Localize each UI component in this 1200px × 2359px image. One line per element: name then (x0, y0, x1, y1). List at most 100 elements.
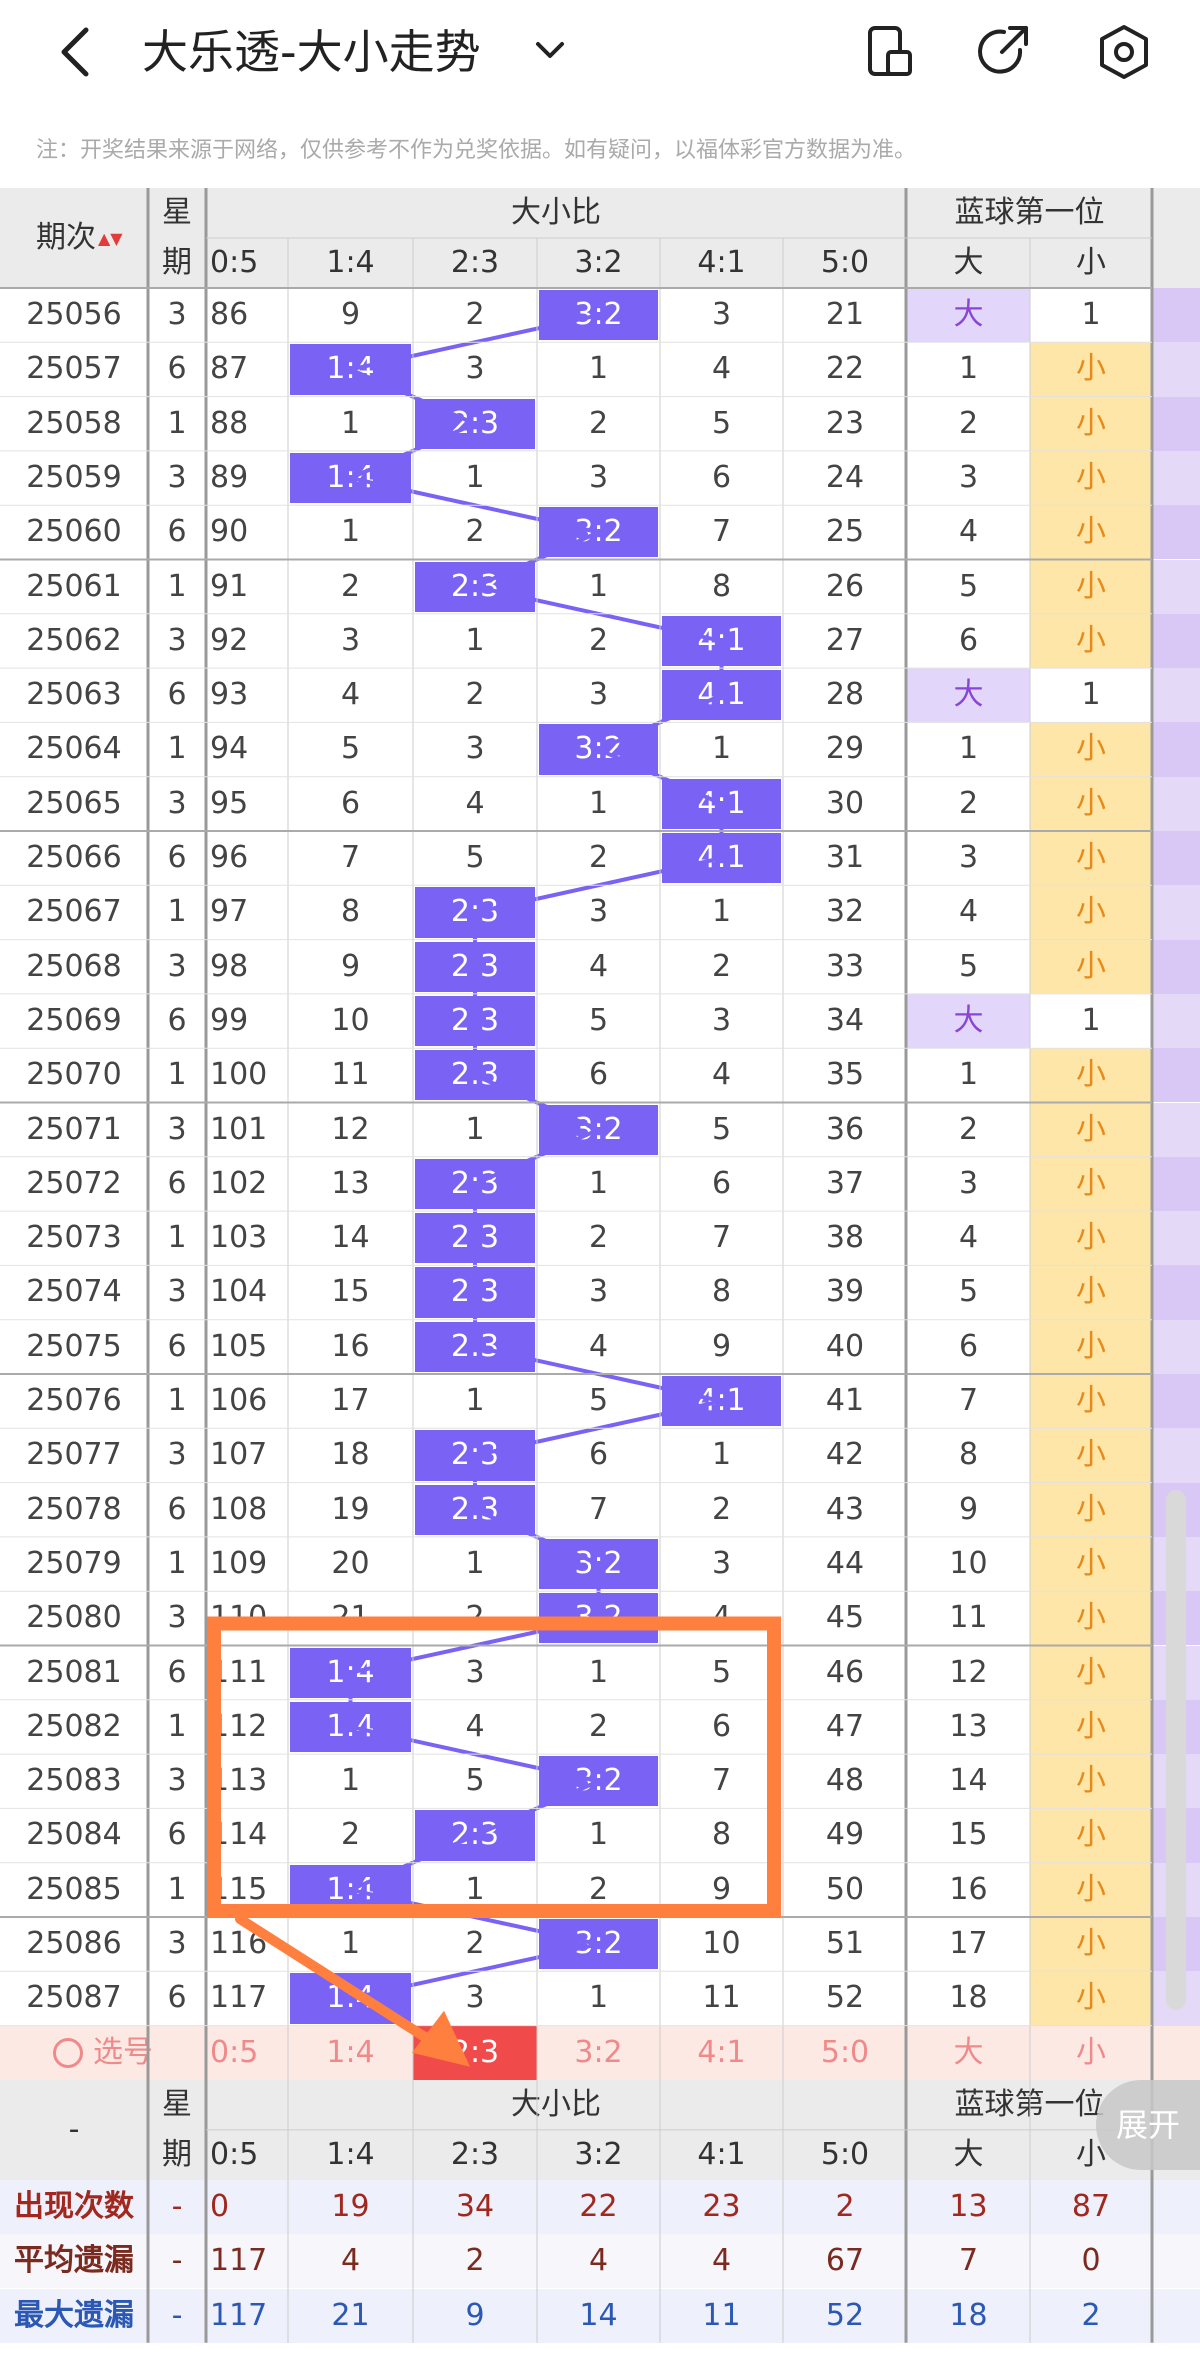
scrollbar[interactable] (1166, 1490, 1186, 2010)
stats-label: 最大遗漏 (14, 2297, 134, 2333)
ratio-miss-cell: 11 (702, 1980, 741, 2016)
week-day: 6 (167, 1491, 187, 1527)
blue-small-cell: 小 (1030, 1917, 1152, 1972)
expand-button[interactable]: 展开 (1096, 2080, 1200, 2170)
ratio-miss-cell: 32 (825, 894, 865, 930)
blue-big-cell: 5 (958, 568, 979, 604)
blue-small-cell: 小 (1030, 1482, 1152, 1537)
issue-number: 25083 (26, 1763, 122, 1799)
ratio-miss-cell: 108 (210, 1491, 268, 1527)
chevron-down-icon[interactable] (530, 30, 570, 70)
week-day: 3 (167, 1111, 187, 1147)
side-strip (1152, 1211, 1200, 1266)
issue-number: 25068 (26, 948, 122, 984)
blue-big-cell: 9 (958, 1491, 979, 1527)
stats-value: 7 (958, 2243, 979, 2279)
ratio-miss-cell: 4 (465, 785, 485, 821)
stats-value: 34 (455, 2188, 495, 2224)
blue-small-cell: 小 (1030, 1102, 1152, 1157)
select-ratio-3:2[interactable]: 3:2 (537, 2026, 660, 2080)
select-blue-大[interactable]: 大 (907, 2026, 1030, 2080)
ratio-miss-cell: 3 (465, 351, 485, 387)
select-ratio-1:4[interactable]: 1:4 (288, 2026, 413, 2080)
ratio-miss-cell: 2 (588, 1708, 609, 1744)
ratio-miss-cell: 18 (331, 1437, 370, 1473)
issue-number: 25080 (26, 1600, 122, 1636)
side-strip (1152, 776, 1200, 831)
side-strip (1152, 1048, 1200, 1103)
phone-icon[interactable] (860, 22, 920, 82)
ratio-hit-cell: 2:3 (415, 1213, 535, 1264)
footer-ratio-col-0:5: 0:5 (206, 2129, 288, 2180)
ratio-miss-cell: 1 (588, 785, 609, 821)
stats-value: 22 (579, 2188, 618, 2224)
ratio-miss-cell: 3 (711, 1545, 732, 1581)
sort-icon[interactable]: ▲▼ (98, 230, 123, 246)
ratio-miss-cell: 35 (825, 1057, 865, 1093)
ratio-hit-cell: 4:1 (662, 1376, 781, 1427)
stats-value: 11 (702, 2297, 741, 2333)
ratio-miss-cell: 87 (210, 351, 249, 387)
ratio-miss-cell: 44 (825, 1545, 865, 1581)
ratio-miss-cell: 1 (465, 622, 485, 658)
stats-label: 出现次数 (14, 2188, 134, 2224)
select-number-button[interactable]: 选号 (0, 2026, 206, 2080)
ratio-col-header-3:2: 3:2 (537, 238, 660, 288)
ratio-hit-cell: 3:2 (539, 507, 658, 558)
issue-header-label[interactable]: 期次 ▲▼ (0, 188, 148, 288)
select-ratio-0:5[interactable]: 0:5 (206, 2026, 288, 2080)
stats-value: 19 (331, 2188, 370, 2224)
ratio-miss-cell: 4 (588, 948, 609, 984)
blue-big-cell: 5 (958, 1274, 979, 1310)
week-day: 6 (167, 840, 187, 875)
footer-ratio-col-2:3: 2:3 (413, 2129, 537, 2180)
ratio-miss-cell: 2 (340, 1817, 361, 1853)
blue-big-cell: 2 (958, 785, 979, 821)
issue-number: 25065 (26, 785, 122, 821)
ratio-miss-cell: 93 (210, 677, 249, 713)
issue-number: 25064 (26, 731, 122, 767)
ratio-miss-cell: 107 (210, 1437, 268, 1473)
settings-icon[interactable] (1094, 22, 1154, 82)
ratio-miss-cell: 102 (210, 1165, 268, 1201)
blue-small-cell: 小 (1030, 450, 1152, 506)
ratio-miss-cell: 114 (210, 1817, 268, 1853)
stats-week: - (171, 2297, 183, 2333)
ratio-miss-cell: 17 (331, 1383, 370, 1418)
ratio-miss-cell: 1 (588, 568, 609, 604)
ratio-miss-cell: 28 (825, 677, 865, 713)
ratio-miss-cell: 40 (825, 1328, 865, 1364)
ratio-miss-cell: 1 (711, 731, 732, 767)
select-blue-小[interactable]: 小 (1030, 2026, 1152, 2080)
ratio-miss-cell: 10 (702, 1926, 741, 1961)
back-chevron-left-icon[interactable] (48, 22, 108, 82)
issue-number: 25072 (26, 1165, 122, 1201)
blue-big-cell: 3 (958, 840, 979, 875)
ratio-miss-cell: 2 (340, 568, 361, 604)
ratio-miss-cell: 29 (825, 731, 865, 767)
page-title: 大乐透-大小走势 (142, 25, 481, 79)
blue-small-cell: 小 (1030, 1754, 1152, 1809)
select-ratio-2:3[interactable]: 2:3 (413, 2025, 537, 2080)
share-icon[interactable] (974, 22, 1034, 82)
blue-small-cell: 小 (1030, 505, 1152, 560)
ratio-hit-cell: 4:1 (662, 670, 781, 721)
select-ratio-4:1[interactable]: 4:1 (660, 2026, 783, 2080)
ratio-miss-cell: 1 (340, 514, 361, 550)
ratio-miss-cell: 86 (210, 297, 249, 332)
stats-value: 0 (210, 2188, 230, 2224)
side-strip (1152, 288, 1200, 343)
week-day: 6 (167, 1654, 187, 1690)
stats-value: 87 (1071, 2188, 1111, 2224)
blue-small-cell: 1 (1081, 1002, 1101, 1038)
side-strip (1152, 1374, 1200, 1429)
ratio-hit-cell: 1:4 (290, 1647, 411, 1698)
blue-big-cell: 10 (949, 1545, 988, 1581)
ratio-miss-cell: 3 (711, 1002, 732, 1038)
radio-circle-icon (53, 2038, 83, 2069)
select-ratio-5:0[interactable]: 5:0 (783, 2026, 907, 2080)
ratio-hit-cell: 2:3 (415, 398, 535, 449)
week-day: 3 (167, 1600, 187, 1636)
footer-ratio-col-4:1: 4:1 (660, 2129, 783, 2180)
side-strip (1152, 505, 1200, 560)
